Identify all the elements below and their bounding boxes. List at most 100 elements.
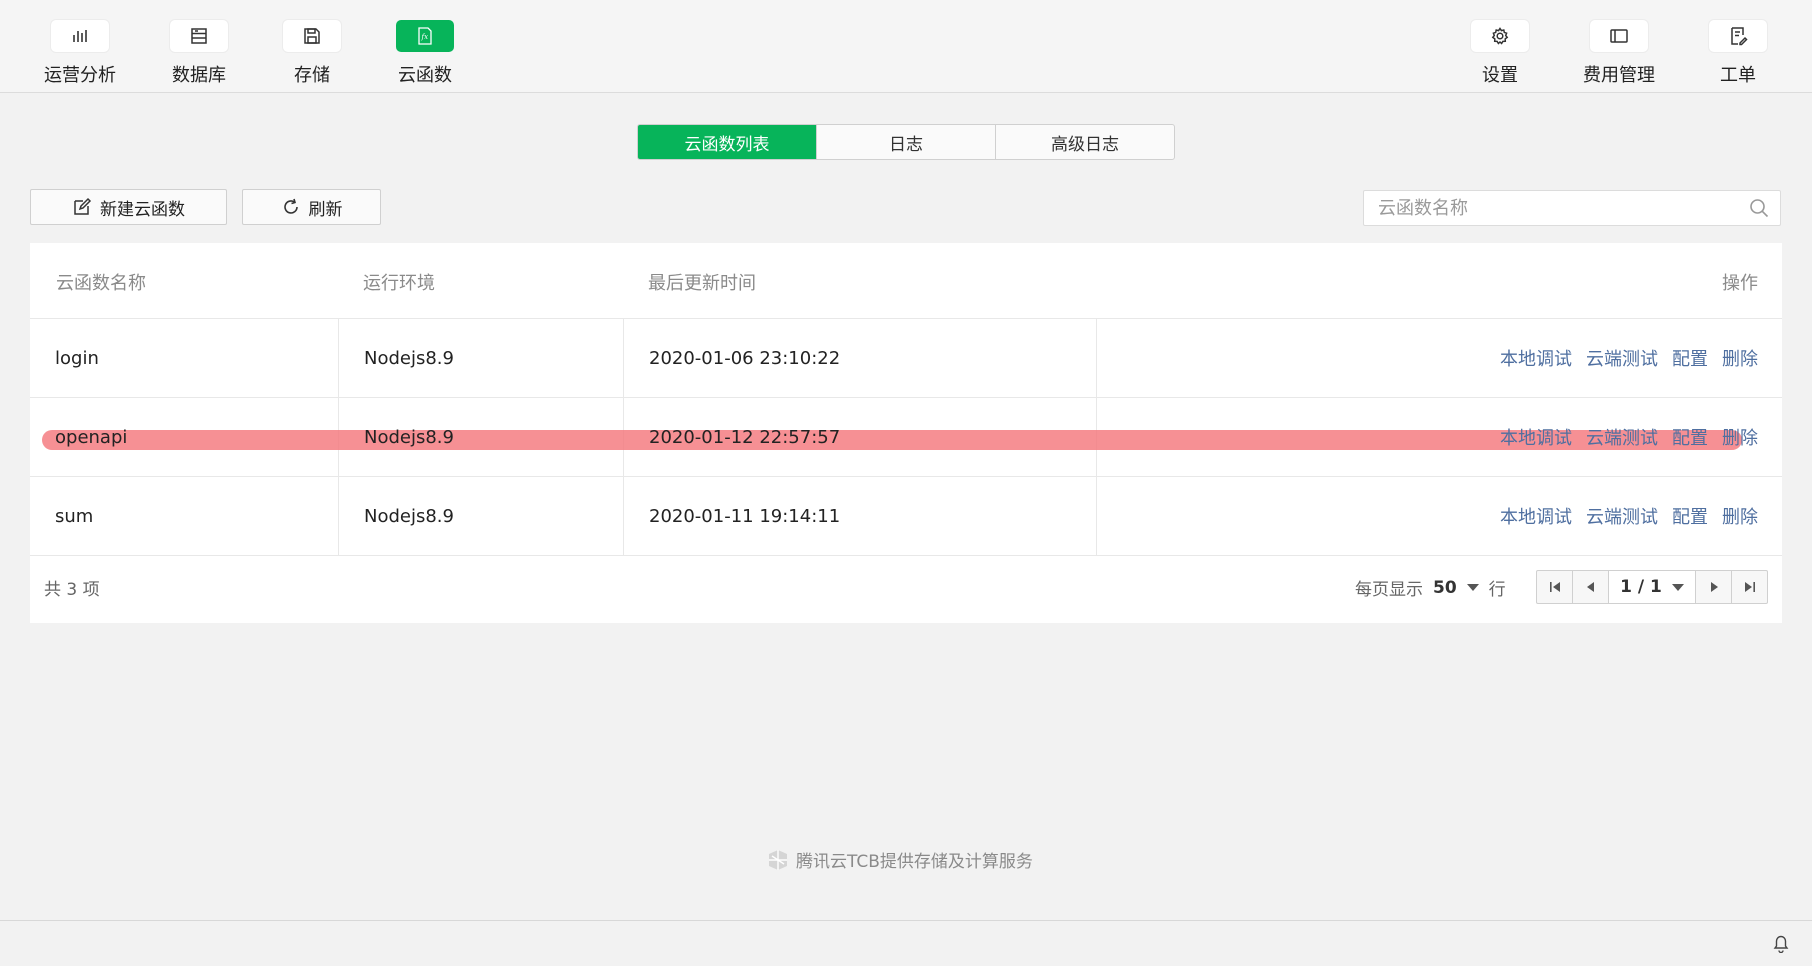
toolbar-settings-button[interactable]: 设置 <box>1445 20 1555 90</box>
delete-link[interactable]: 删除 <box>1722 424 1758 450</box>
view-tabs: 云函数列表 日志 高级日志 <box>637 124 1175 160</box>
database-icon <box>170 20 228 52</box>
next-page-button[interactable] <box>1695 571 1731 603</box>
edit-icon <box>74 197 92 215</box>
brand-footer: 腾讯云TCB提供存储及计算服务 <box>766 847 1033 872</box>
delete-link[interactable]: 删除 <box>1722 345 1758 371</box>
function-updated-time: 2020-01-12 22:57:57 <box>649 426 841 448</box>
total-count: 共 3 项 <box>44 580 100 600</box>
toolbar-storage-button[interactable]: 存储 <box>257 20 367 90</box>
toolbar-label: 云函数 <box>398 65 452 86</box>
last-page-icon <box>1744 582 1755 592</box>
toolbar-label: 工单 <box>1720 65 1756 86</box>
column-divider <box>1096 477 1097 555</box>
function-name[interactable]: openapi <box>55 398 127 476</box>
brand-text: 腾讯云TCB提供存储及计算服务 <box>796 852 1033 872</box>
fx-icon: fx <box>396 20 454 52</box>
svg-text:fx: fx <box>421 33 429 41</box>
bell-icon[interactable] <box>1772 933 1790 953</box>
toolbar-label: 存储 <box>294 65 330 86</box>
chevron-down-icon[interactable] <box>1466 584 1479 591</box>
toolbar-analytics-button[interactable]: 运营分析 <box>25 20 135 90</box>
storage-icon <box>283 20 341 52</box>
per-page-label: 每页显示 <box>1355 580 1423 600</box>
page-indicator: 1 / 1 <box>1620 577 1662 597</box>
column-header-actions: 操作 <box>1722 273 1758 294</box>
table-header: 云函数名称 运行环境 最后更新时间 操作 <box>30 243 1782 319</box>
config-link[interactable]: 配置 <box>1672 345 1708 371</box>
first-page-icon <box>1549 582 1560 592</box>
tab-function-list[interactable]: 云函数列表 <box>638 125 816 159</box>
tab-logs[interactable]: 日志 <box>816 125 995 159</box>
refresh-label: 刷新 <box>308 199 343 220</box>
toolbar-label: 费用管理 <box>1583 65 1655 86</box>
toolbar-billing-button[interactable]: 费用管理 <box>1564 20 1674 90</box>
local-debug-link[interactable]: 本地调试 <box>1500 503 1572 529</box>
function-name[interactable]: sum <box>55 477 93 555</box>
per-page-value[interactable]: 50 <box>1433 578 1457 598</box>
cloud-test-link[interactable]: 云端测试 <box>1586 424 1658 450</box>
toolbar-cloud-function-button[interactable]: fx 云函数 <box>370 20 480 90</box>
function-runtime: Nodejs8.9 <box>364 347 454 369</box>
row-actions: 本地调试 云端测试 配置 删除 <box>1500 398 1758 476</box>
column-header-updated: 最后更新时间 <box>648 273 756 294</box>
search-box <box>1363 190 1781 226</box>
column-divider <box>623 398 624 476</box>
status-bar <box>0 920 1812 966</box>
column-divider <box>338 319 339 397</box>
cloud-test-link[interactable]: 云端测试 <box>1586 503 1658 529</box>
search-input[interactable] <box>1364 191 1748 225</box>
function-updated-time: 2020-01-11 19:14:11 <box>649 505 841 527</box>
billing-icon <box>1590 20 1648 52</box>
local-debug-link[interactable]: 本地调试 <box>1500 345 1572 371</box>
local-debug-link[interactable]: 本地调试 <box>1500 424 1572 450</box>
column-divider <box>338 398 339 476</box>
gear-icon <box>1471 20 1529 52</box>
toolbar-ticket-button[interactable]: 工单 <box>1683 20 1793 90</box>
per-page-selector: 每页显示 50 行 <box>1355 575 1506 601</box>
new-function-label: 新建云函数 <box>100 199 185 220</box>
per-page-unit: 行 <box>1488 580 1506 600</box>
next-page-icon <box>1710 582 1718 592</box>
function-table: 云函数名称 运行环境 最后更新时间 操作 login Nodejs8.9 202… <box>30 243 1782 623</box>
function-runtime: Nodejs8.9 <box>364 505 454 527</box>
row-actions: 本地调试 云端测试 配置 删除 <box>1500 477 1758 555</box>
pagination: 1 / 1 <box>1536 570 1768 604</box>
page-selector[interactable]: 1 / 1 <box>1608 571 1695 603</box>
column-divider <box>1096 319 1097 397</box>
function-updated-time: 2020-01-06 23:10:22 <box>649 347 841 369</box>
column-header-runtime: 运行环境 <box>363 273 435 294</box>
last-page-button[interactable] <box>1731 571 1767 603</box>
toolbar-database-button[interactable]: 数据库 <box>144 20 254 90</box>
column-divider <box>623 319 624 397</box>
column-divider <box>1096 398 1097 476</box>
cloud-test-link[interactable]: 云端测试 <box>1586 345 1658 371</box>
table-row: login Nodejs8.9 2020-01-06 23:10:22 本地调试… <box>30 319 1782 398</box>
first-page-button[interactable] <box>1537 571 1572 603</box>
config-link[interactable]: 配置 <box>1672 424 1708 450</box>
function-runtime: Nodejs8.9 <box>364 426 454 448</box>
highlight-annotation <box>42 430 1742 450</box>
chevron-down-icon <box>1671 583 1684 591</box>
column-header-name: 云函数名称 <box>56 273 146 294</box>
delete-link[interactable]: 删除 <box>1722 503 1758 529</box>
table-row: sum Nodejs8.9 2020-01-11 19:14:11 本地调试 云… <box>30 477 1782 556</box>
function-name[interactable]: login <box>55 319 99 397</box>
top-toolbar: 运营分析 数据库 存储 fx 云函数 设置 费用管理 工单 <box>0 0 1812 93</box>
table-row: openapi Nodejs8.9 2020-01-12 22:57:57 本地… <box>30 398 1782 477</box>
toolbar-label: 设置 <box>1482 65 1518 86</box>
tab-advanced-logs[interactable]: 高级日志 <box>995 125 1174 159</box>
column-divider <box>338 477 339 555</box>
prev-page-button[interactable] <box>1572 571 1608 603</box>
ticket-icon <box>1709 20 1767 52</box>
row-actions: 本地调试 云端测试 配置 删除 <box>1500 319 1758 397</box>
toolbar-label: 运营分析 <box>44 65 116 86</box>
new-function-button[interactable]: 新建云函数 <box>30 189 227 225</box>
column-divider <box>623 477 624 555</box>
search-icon[interactable] <box>1748 197 1770 219</box>
refresh-icon <box>283 198 298 214</box>
refresh-button[interactable]: 刷新 <box>242 189 381 225</box>
prev-page-icon <box>1586 582 1594 592</box>
toolbar-label: 数据库 <box>172 65 226 86</box>
config-link[interactable]: 配置 <box>1672 503 1708 529</box>
